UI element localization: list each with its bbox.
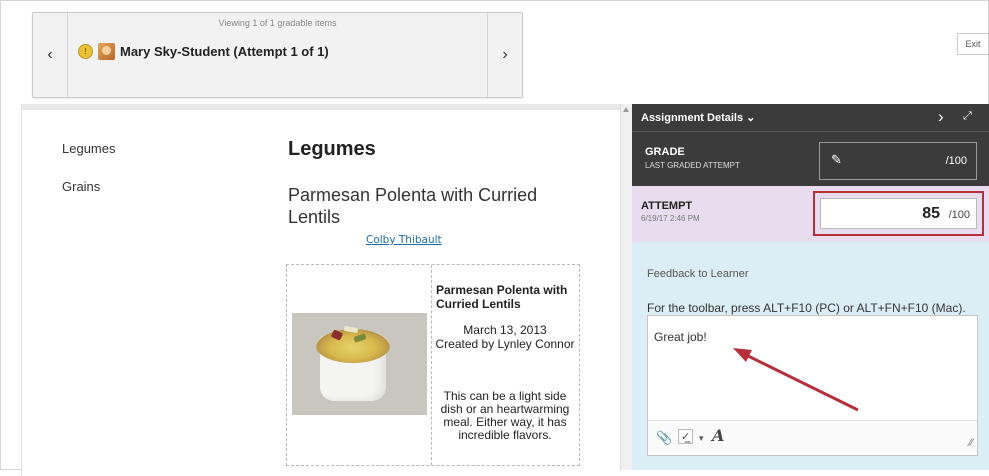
- toolbar-hint: For the toolbar, press ALT+F10 (PC) or A…: [647, 301, 966, 315]
- document-title: Legumes: [288, 138, 376, 160]
- grade-sublabel: LAST GRADED ATTEMPT: [645, 161, 740, 170]
- polenta-shape: [316, 329, 390, 363]
- recipe-divider: [431, 265, 432, 465]
- chevron-left-icon: ‹: [47, 46, 53, 63]
- panel-header: Assignment Details ⌄ › ⤢: [632, 104, 989, 131]
- recipe-heading: Parmesan Polenta with Curried Lentils: [288, 185, 538, 227]
- attempt-max: /100: [948, 209, 970, 221]
- scroll-up-icon[interactable]: [623, 107, 629, 112]
- recipe-creator: Created by Lynley Connor: [435, 337, 575, 351]
- viewing-count: Viewing 1 of 1 gradable items: [218, 18, 337, 28]
- attempt-score-highlight: 85 /100: [813, 191, 984, 236]
- assignment-details-toggle[interactable]: Assignment Details ⌄: [641, 111, 755, 124]
- attempt-score: 85: [922, 205, 940, 222]
- attempt-row: ATTEMPT 6/19/17 2:46 PM 85 /100: [632, 186, 989, 242]
- attempt-label: ATTEMPT: [641, 200, 693, 212]
- overall-grade-field[interactable]: ✎ /100: [819, 142, 977, 180]
- document-scrollbar[interactable]: [620, 104, 632, 470]
- attempt-date: 6/19/17 2:46 PM: [641, 214, 700, 223]
- grade-label: GRADE: [645, 146, 685, 158]
- text-format-icon[interactable]: A: [712, 426, 724, 445]
- next-button[interactable]: ›: [487, 13, 522, 97]
- feedback-text[interactable]: Great job!: [654, 330, 707, 344]
- attempt-navigator: ‹ Viewing 1 of 1 gradable items ! Mary S…: [32, 12, 523, 98]
- grade-row: GRADE LAST GRADED ATTEMPT ✎ /100: [632, 131, 989, 187]
- grading-panel: Assignment Details ⌄ › ⤢ GRADE LAST GRAD…: [632, 104, 989, 470]
- recipe-name: Parmesan Polenta with Curried Lentils: [436, 283, 568, 311]
- avatar: [98, 43, 115, 60]
- collapse-panel-icon[interactable]: ›: [938, 107, 944, 127]
- grade-max: /100: [945, 155, 967, 167]
- recipe-description: This can be a light side dish or an hear…: [440, 389, 570, 442]
- previous-button[interactable]: ‹: [33, 13, 68, 97]
- feedback-label: Feedback to Learner: [647, 268, 749, 280]
- exit-button[interactable]: Exit: [957, 33, 989, 55]
- nav-link-legumes[interactable]: Legumes: [62, 141, 115, 156]
- recipe-date: March 13, 2013: [463, 323, 547, 337]
- attempt-score-input[interactable]: 85 /100: [820, 198, 977, 229]
- attachment-icon[interactable]: 📎: [656, 430, 672, 446]
- student-name: Mary Sky-Student (Attempt 1 of 1): [120, 44, 329, 59]
- author-link[interactable]: Colby Thibault: [366, 234, 442, 246]
- pencil-icon[interactable]: ✎: [831, 152, 842, 168]
- status-icon: !: [78, 44, 93, 59]
- resize-handle-icon[interactable]: ⁄⁄: [969, 437, 973, 449]
- feedback-editor[interactable]: Great job! 📎 ✓̲ ▾ A ⁄⁄: [647, 315, 978, 456]
- recipe-card: Parmesan Polenta with Curried Lentils Ma…: [286, 264, 580, 466]
- chevron-down-icon[interactable]: ▾: [699, 433, 704, 444]
- student-selector[interactable]: ! Mary Sky-Student (Attempt 1 of 1): [78, 43, 329, 60]
- expand-panel-icon[interactable]: ⤢: [963, 110, 972, 123]
- spellcheck-icon[interactable]: ✓̲: [678, 429, 694, 444]
- nav-link-grains[interactable]: Grains: [62, 179, 100, 194]
- editor-toolbar: 📎 ✓̲ ▾ A ⁄⁄: [648, 420, 977, 455]
- chevron-right-icon: ›: [502, 46, 508, 63]
- recipe-meta: March 13, 2013 Created by Lynley Connor: [433, 323, 577, 351]
- recipe-photo: [292, 313, 427, 415]
